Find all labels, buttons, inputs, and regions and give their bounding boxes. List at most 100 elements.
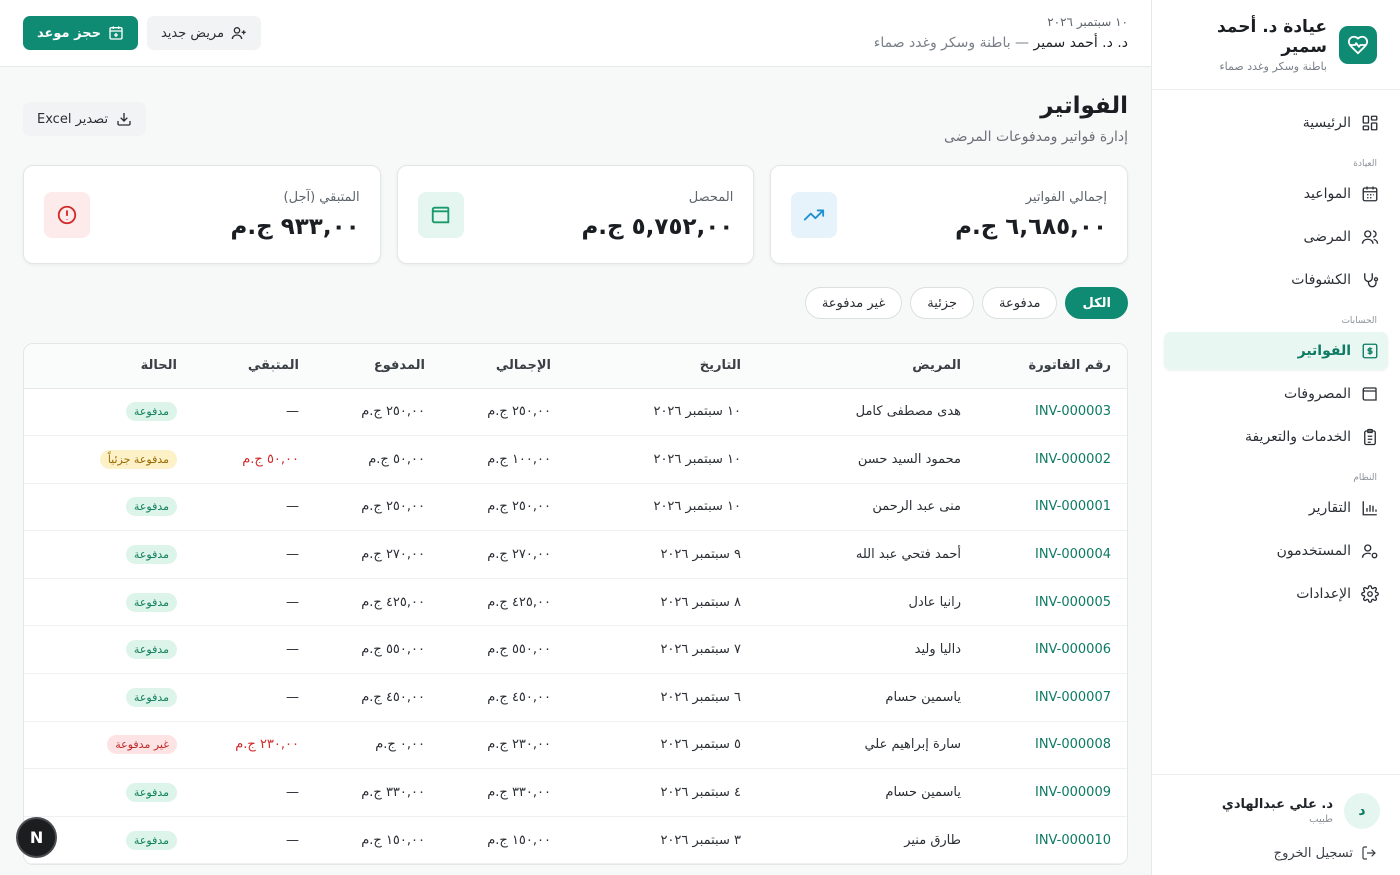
table-row[interactable]: INV-000010 طارق منير ٣ سبتمبر ٢٠٢٦ ١٥٠,٠٠ ج… — [24, 816, 1127, 865]
sidebar-item-settings[interactable]: الإعدادات — [1164, 575, 1388, 613]
invoice-total: ٥٥٠,٠٠ ج.م — [441, 625, 567, 675]
user-profile[interactable]: د د. علي عبدالهادي طبيب — [1172, 793, 1380, 829]
stat-card-collected: المحصل ٥,٧٥٢,٠٠ ج.م — [396, 165, 755, 264]
doctor-separator: — — [1010, 35, 1034, 51]
status-badge: مدفوعة — [125, 687, 177, 707]
invoice-id[interactable]: INV-000002 — [977, 435, 1127, 484]
logout-icon — [1362, 846, 1376, 860]
stat-card-remaining: المتبقي (آجل) ٩٣٣,٠٠ ج.م — [22, 165, 381, 264]
stat-card-total: إجمالي الفواتير ٦,٦٨٥,٠٠ ج.م — [770, 165, 1128, 264]
invoice-total: ١٥٠,٠٠ ج.م — [441, 816, 567, 865]
col-header-invoice[interactable]: رقم الفاتورة — [977, 344, 1127, 389]
table-row[interactable]: INV-000008 سارة إبراهيم علي ٥ سبتمبر ٢٠٢٦ ٢… — [24, 721, 1127, 770]
patient-name: محمود السيد حسن — [757, 435, 977, 484]
table-row[interactable]: INV-000001 منى عبد الرحمن ١٠ سبتمبر ٢٠٢٦ ٢٥… — [24, 483, 1127, 532]
status-cell: مدفوعة — [24, 768, 193, 817]
invoice-paid: ٢٥٠,٠٠ ج.م — [315, 388, 441, 437]
invoice-id[interactable]: INV-000005 — [977, 578, 1127, 627]
sidebar-item-services[interactable]: الخدمات والتعريفة — [1164, 418, 1388, 456]
table-row[interactable]: INV-000009 ياسمين حسام ٤ سبتمبر ٢٠٢٦ ٣٣٠,٠٠… — [24, 768, 1127, 817]
col-header-date[interactable]: التاريخ — [567, 344, 757, 389]
nav-section-accounts: الحسابات — [1341, 316, 1377, 326]
status-cell: غير مدفوعة — [24, 721, 193, 770]
nav-section-system: النظام — [1353, 473, 1377, 483]
sidebar-item-appointments[interactable]: المواعيد — [1164, 175, 1388, 213]
table-row[interactable]: INV-000006 داليا وليد ٧ سبتمبر ٢٠٢٦ ٥٥٠,٠٠ … — [24, 625, 1127, 675]
status-cell: مدفوعة — [24, 625, 193, 675]
sidebar-item-home[interactable]: الرئيسية — [1164, 104, 1388, 142]
sidebar-item-invoices[interactable]: الفواتير — [1164, 332, 1388, 370]
status-cell: مدفوعة جزئياً — [24, 435, 193, 484]
logout-button[interactable]: تسجيل الخروج — [1172, 845, 1380, 861]
invoice-id[interactable]: INV-000006 — [977, 625, 1127, 675]
invoice-date: ٤ سبتمبر ٢٠٢٦ — [567, 768, 757, 817]
invoice-due: ٥٠,٠٠ ج.م — [193, 435, 315, 484]
calendar-icon — [1362, 186, 1378, 202]
table-row[interactable]: INV-000004 أحمد فتحي عبد الله ٩ سبتمبر ٢٠٢… — [24, 530, 1127, 579]
invoice-id[interactable]: INV-000003 — [977, 388, 1127, 437]
patient-name: سارة إبراهيم علي — [757, 721, 977, 770]
current-date: ١٠ سبتمبر ٢٠٢٦ — [1047, 15, 1128, 29]
invoice-date: ٥ سبتمبر ٢٠٢٦ — [567, 721, 757, 770]
invoice-id[interactable]: INV-000004 — [977, 530, 1127, 579]
invoice-due: ٢٣٠,٠٠ ج.م — [193, 721, 315, 770]
invoice-id[interactable]: INV-000010 — [977, 816, 1127, 865]
book-appointment-button[interactable]: حجز موعد — [23, 16, 138, 50]
download-icon — [117, 113, 131, 126]
table-row[interactable]: INV-000002 محمود السيد حسن ١٠ سبتمبر ٢٠٢٦ ١… — [24, 435, 1127, 484]
stat-value: ٥,٧٥٢,٠٠ ج.م — [581, 213, 734, 240]
invoice-due: — — [193, 578, 315, 627]
patient-name: ياسمين حسام — [757, 673, 977, 722]
invoice-id[interactable]: INV-000009 — [977, 768, 1127, 817]
doctor-specialty: باطنة وسكر وغدد صماء — [873, 35, 1011, 51]
sidebar-item-users[interactable]: المستخدمون — [1164, 532, 1388, 570]
receipt-icon — [1362, 343, 1378, 359]
brand-subtitle: باطنة وسكر وغدد صماء — [1219, 59, 1327, 73]
status-badge: مدفوعة — [125, 783, 177, 803]
status-filters: الكل مدفوعة جزئية غير مدفوعة — [23, 287, 1128, 319]
status-cell: مدفوعة — [24, 388, 193, 437]
doctor-info: د. د. أحمد سمير — باطنة وسكر وغدد صماء — [874, 35, 1128, 51]
sidebar-nav: الرئيسية العيادة المواعيد المرضى الكشوفا… — [1152, 90, 1400, 613]
user-cog-icon — [1361, 544, 1378, 559]
alert-circle-icon — [43, 191, 90, 238]
filter-unpaid[interactable]: غير مدفوعة — [804, 287, 903, 319]
wallet-icon — [417, 191, 464, 238]
sidebar-item-visits[interactable]: الكشوفات — [1164, 261, 1388, 299]
invoice-id[interactable]: INV-000001 — [977, 483, 1127, 532]
sidebar-item-patients[interactable]: المرضى — [1164, 218, 1388, 256]
heart-pulse-icon — [1339, 25, 1377, 64]
status-badge: مدفوعة — [125, 640, 177, 660]
invoice-due: — — [193, 625, 315, 675]
invoice-date: ١٠ سبتمبر ٢٠٢٦ — [567, 435, 757, 484]
invoice-id[interactable]: INV-000007 — [977, 673, 1127, 722]
invoice-due: — — [193, 673, 315, 722]
sidebar-item-expenses[interactable]: المصروفات — [1164, 375, 1388, 413]
table-row[interactable]: INV-000007 ياسمين حسام ٦ سبتمبر ٢٠٢٦ ٤٥٠,٠٠… — [24, 673, 1127, 722]
col-header-total[interactable]: الإجمالي — [441, 344, 567, 389]
col-header-status[interactable]: الحالة — [24, 344, 193, 389]
patient-name: هدى مصطفى كامل — [757, 388, 977, 437]
table-row[interactable]: INV-000005 رانيا عادل ٨ سبتمبر ٢٠٢٦ ٤٢٥,٠٠ … — [24, 578, 1127, 627]
new-patient-button[interactable]: مريض جديد — [146, 16, 262, 50]
nav-section-clinic: العيادة — [1353, 159, 1377, 169]
col-header-patient[interactable]: المريض — [757, 344, 977, 389]
invoice-id[interactable]: INV-000008 — [977, 721, 1127, 770]
filter-partial[interactable]: جزئية — [910, 287, 975, 319]
filter-all[interactable]: الكل — [1065, 287, 1128, 319]
filter-paid[interactable]: مدفوعة — [982, 287, 1058, 319]
sidebar-item-label: الرئيسية — [1302, 115, 1351, 131]
col-header-paid[interactable]: المدفوع — [315, 344, 441, 389]
brand: عيادة د. أحمد سمير باطنة وسكر وغدد صماء — [1152, 0, 1400, 90]
invoice-paid: ١٥٠,٠٠ ج.م — [315, 816, 441, 865]
sidebar-item-reports[interactable]: التقارير — [1164, 489, 1388, 527]
sidebar-footer: د د. علي عبدالهادي طبيب تسجيل الخروج — [1152, 774, 1400, 875]
col-header-due[interactable]: المتبقي — [193, 344, 315, 389]
patient-name: رانيا عادل — [757, 578, 977, 627]
export-excel-button[interactable]: تصدير Excel — [23, 102, 147, 136]
dev-tools-badge[interactable]: N — [18, 819, 55, 856]
user-name: د. علي عبدالهادي — [1221, 797, 1333, 812]
table-body: INV-000003 هدى مصطفى كامل ١٠ سبتمبر ٢٠٢٦ ٢٥… — [24, 388, 1127, 865]
patient-name: داليا وليد — [757, 625, 977, 675]
table-row[interactable]: INV-000003 هدى مصطفى كامل ١٠ سبتمبر ٢٠٢٦ ٢٥… — [24, 388, 1127, 437]
